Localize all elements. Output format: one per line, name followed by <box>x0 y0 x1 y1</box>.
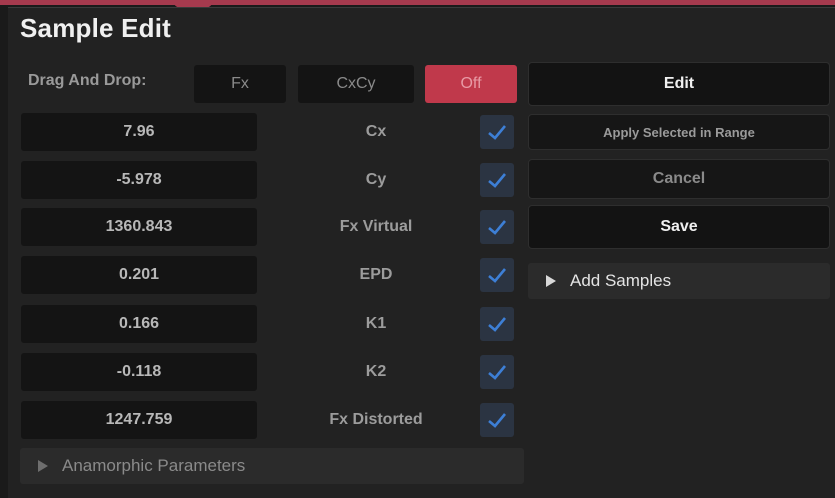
add-samples-label: Add Samples <box>570 271 672 290</box>
checkmark-icon <box>488 317 506 332</box>
checkmark-icon <box>488 220 506 235</box>
apply-selected-in-range-button[interactable]: Apply Selected in Range <box>528 114 830 150</box>
panel-title: Sample Edit <box>20 13 172 43</box>
checkmark-icon <box>488 125 506 140</box>
cx-label: Cx <box>365 123 387 140</box>
cy-label: Cy <box>365 171 387 188</box>
epd-checkbox[interactable] <box>480 258 514 292</box>
fx-distorted-value-field[interactable]: 1247.759 <box>21 401 257 439</box>
k2-label: K2 <box>365 363 387 380</box>
k1-label: K1 <box>365 315 387 332</box>
checkmark-icon <box>488 268 506 283</box>
anamorphic-parameters-section[interactable]: Anamorphic Parameters <box>20 448 524 484</box>
mode-off-button[interactable]: Off <box>425 65 517 103</box>
sample-edit-window: Sample Edit Drag And Drop: Fx CxCy Off 7… <box>0 0 835 498</box>
cx-value-field[interactable]: 7.96 <box>21 113 257 151</box>
mode-fx-button[interactable]: Fx <box>194 65 286 103</box>
checkmark-icon <box>488 413 506 428</box>
fx-distorted-checkbox[interactable] <box>480 403 514 437</box>
add-samples-section[interactable]: Add Samples <box>528 263 830 299</box>
checkmark-icon <box>488 365 506 380</box>
k1-checkbox[interactable] <box>480 307 514 341</box>
k1-value-field[interactable]: 0.166 <box>21 305 257 343</box>
cx-checkbox[interactable] <box>480 115 514 149</box>
edit-button[interactable]: Edit <box>528 62 830 106</box>
mode-cxcy-button[interactable]: CxCy <box>298 65 414 103</box>
expand-arrow-icon <box>38 460 48 472</box>
cy-checkbox[interactable] <box>480 163 514 197</box>
cy-value-field[interactable]: -5.978 <box>21 161 257 199</box>
epd-value-field[interactable]: 0.201 <box>21 256 257 294</box>
k2-value-field[interactable]: -0.118 <box>21 353 257 391</box>
fx-virtual-checkbox[interactable] <box>480 210 514 244</box>
fx-virtual-label: Fx Virtual <box>339 218 413 235</box>
anamorphic-parameters-label: Anamorphic Parameters <box>62 456 246 475</box>
epd-label: EPD <box>359 266 393 283</box>
cancel-button[interactable]: Cancel <box>528 159 830 199</box>
fx-virtual-value-field[interactable]: 1360.843 <box>21 208 257 246</box>
k2-checkbox[interactable] <box>480 355 514 389</box>
save-button[interactable]: Save <box>528 205 830 249</box>
drag-and-drop-label: Drag And Drop: <box>28 72 147 89</box>
checkmark-icon <box>488 173 506 188</box>
expand-arrow-icon <box>546 275 556 287</box>
top-accent-bar <box>0 0 835 5</box>
fx-distorted-label: Fx Distorted <box>329 411 423 428</box>
